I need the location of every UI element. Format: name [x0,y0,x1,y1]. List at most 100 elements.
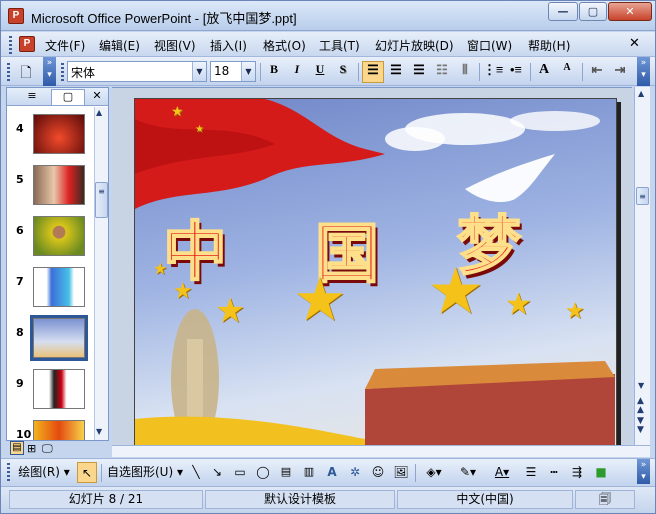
menu-tools[interactable]: 工具(T) [319,37,360,54]
normal-view-icon[interactable]: ▤ [10,441,24,455]
toolbar-more-chevron-icon[interactable]: » ▾ [43,57,56,86]
chevron-down-icon[interactable]: ▼ [241,62,255,81]
menu-help[interactable]: 帮助(H) [528,37,570,54]
star-icon: ★ [173,279,193,304]
toolbar-grip[interactable] [7,63,10,81]
font-color-icon[interactable]: A▾ [487,462,517,483]
menubar-grip[interactable] [9,36,12,54]
current-slide[interactable]: 中 国 梦 ★ ★ ★ ★ ★ ★ ★ ★ ★ [134,98,617,446]
slide-thumbnail[interactable] [33,216,85,256]
insert-picture-icon[interactable]: 🖼 [391,462,411,483]
autoshapes-button[interactable]: 自选图形(U) ▾ [105,462,185,483]
bold-button[interactable]: B [263,61,285,83]
align-right-icon[interactable]: ☰ [408,61,430,83]
toolbar-more-chevron-icon[interactable]: » ▾ [637,459,650,484]
minimize-button[interactable]: — [548,2,578,21]
scroll-up-arrow-icon[interactable]: ▲ [638,89,644,98]
select-pointer-icon[interactable]: ↖ [77,462,97,483]
font-name-combo[interactable]: 宋体 ▼ [67,61,207,82]
columns-icon[interactable]: ⫴ [454,61,476,83]
arrow-style-icon[interactable]: ⇶ [567,462,587,483]
slide-thumbnail[interactable] [33,165,85,205]
drawing-toolbar: 绘图(R) ▾ ↖ 自选图形(U) ▾ ╲ ↘ ▭ ◯ ▤ ▥ A ✲ ☺ 🖼 … [1,458,655,485]
toolbar-grip-2[interactable] [61,63,64,81]
slide-thumbnail-row[interactable]: 5 [7,165,93,211]
slide-thumbnail-row-selected[interactable]: 8 [7,315,93,364]
draw-menu-button[interactable]: 绘图(R) ▾ [15,462,73,483]
dash-style-icon[interactable]: ┅ [544,462,564,483]
slide-thumbnail-row[interactable]: 7 [7,267,93,313]
scroll-up-arrow-icon[interactable]: ▲ [96,108,102,117]
underline-button[interactable]: U [309,61,331,83]
bullets-icon[interactable]: •≡ [505,61,527,83]
menu-file[interactable]: 文件(F) [45,37,85,54]
line-tool-icon[interactable]: ╲ [187,462,205,483]
menu-window[interactable]: 窗口(W) [467,37,512,54]
design-template[interactable]: 默认设计模板 [205,490,395,509]
slide-thumbnail[interactable] [33,420,85,440]
italic-button[interactable]: I [286,61,308,83]
slide-thumbnail-row[interactable]: 10 [7,420,93,440]
slide-sorter-icon[interactable]: ⊞ [27,441,36,457]
increase-indent-icon[interactable]: ⇥ [609,61,631,83]
scroll-thumb[interactable]: ≡ [636,187,649,205]
scroll-down-arrow-icon[interactable]: ▼ [96,427,102,436]
menu-close-icon[interactable]: ✕ [629,36,640,51]
tab-outline[interactable]: ≡ [15,89,49,105]
distribute-icon[interactable]: ☷ [431,61,453,83]
wordart-icon[interactable]: A [322,462,342,483]
next-slide-icon[interactable]: ▼ ▼ [637,417,644,435]
slide-thumbnail-row[interactable]: 6 [7,216,93,262]
align-left-icon[interactable]: ☰ [362,61,384,83]
maximize-button[interactable]: ▢ [579,2,607,21]
3d-style-icon[interactable]: ■ [591,462,611,483]
slide-thumbnail[interactable] [33,369,85,409]
slide-thumbnail[interactable] [30,315,88,361]
menu-slideshow[interactable]: 幻灯片放映(D) [375,37,454,54]
arrow-tool-icon[interactable]: ↘ [208,462,226,483]
toolbar-grip[interactable] [7,463,10,481]
numbering-icon[interactable]: ⋮≡ [482,61,504,83]
slide-thumbnail[interactable] [33,267,85,307]
line-color-icon[interactable]: ✎▾ [453,462,483,483]
decrease-font-button[interactable]: A [556,61,578,83]
toolbar-more-chevron-icon[interactable]: » ▾ [637,57,650,86]
fill-color-icon[interactable]: ◈▾ [419,462,449,483]
line-style-icon[interactable]: ☰ [521,462,541,483]
powerpoint-icon[interactable]: P [8,8,24,24]
rectangle-tool-icon[interactable]: ▭ [230,462,250,483]
previous-slide-icon[interactable]: ▲ ▲ [637,397,644,415]
spelling-check-icon[interactable]: 🗐 [575,490,635,509]
cloud-shape [385,127,445,151]
textbox-tool-icon[interactable]: ▤ [276,462,296,483]
increase-font-button[interactable]: A [533,61,555,83]
font-size-combo[interactable]: 18 ▼ [210,61,256,82]
diagram-icon[interactable]: ✲ [345,462,365,483]
slide-thumbnail[interactable] [33,114,85,154]
ribbon-shape [135,416,365,445]
scroll-down-arrow-icon[interactable]: ▼ [638,381,644,390]
chevron-down-icon[interactable]: ▼ [192,62,206,81]
slideshow-view-icon[interactable]: 🖵 [42,441,53,457]
close-button[interactable]: ✕ [608,2,652,21]
slides-panel-scrollbar[interactable]: ▲ ≡ ▼ [94,107,108,440]
oval-tool-icon[interactable]: ◯ [253,462,273,483]
menu-edit[interactable]: 编辑(E) [99,37,140,54]
decrease-indent-icon[interactable]: ⇤ [586,61,608,83]
slide-vertical-scrollbar[interactable]: ▲ ≡ ▼ ▲ ▲ ▼ ▼ [634,87,650,445]
text-shadow-button[interactable]: S [332,61,354,83]
panel-close-icon[interactable]: ✕ [89,89,105,105]
align-center-icon[interactable]: ☰ [385,61,407,83]
slide-thumbnail-row[interactable]: 9 [7,369,93,415]
scroll-thumb[interactable]: ≡ [95,182,108,218]
tab-slides[interactable]: ▢ [51,89,85,105]
menu-format[interactable]: 格式(O) [263,37,306,54]
menu-insert[interactable]: 插入(I) [210,37,247,54]
document-icon[interactable]: P [19,36,35,52]
slides-panel: ≡ ▢ ✕ 4 5 6 7 8 9 10 ▲ ≡ ▼ [6,87,109,441]
new-document-icon[interactable]: 🗋 [15,61,37,83]
slide-thumbnail-row[interactable]: 4 [7,114,93,160]
menu-view[interactable]: 视图(V) [154,37,196,54]
vertical-textbox-icon[interactable]: ▥ [299,462,319,483]
clipart-icon[interactable]: ☺ [368,462,388,483]
